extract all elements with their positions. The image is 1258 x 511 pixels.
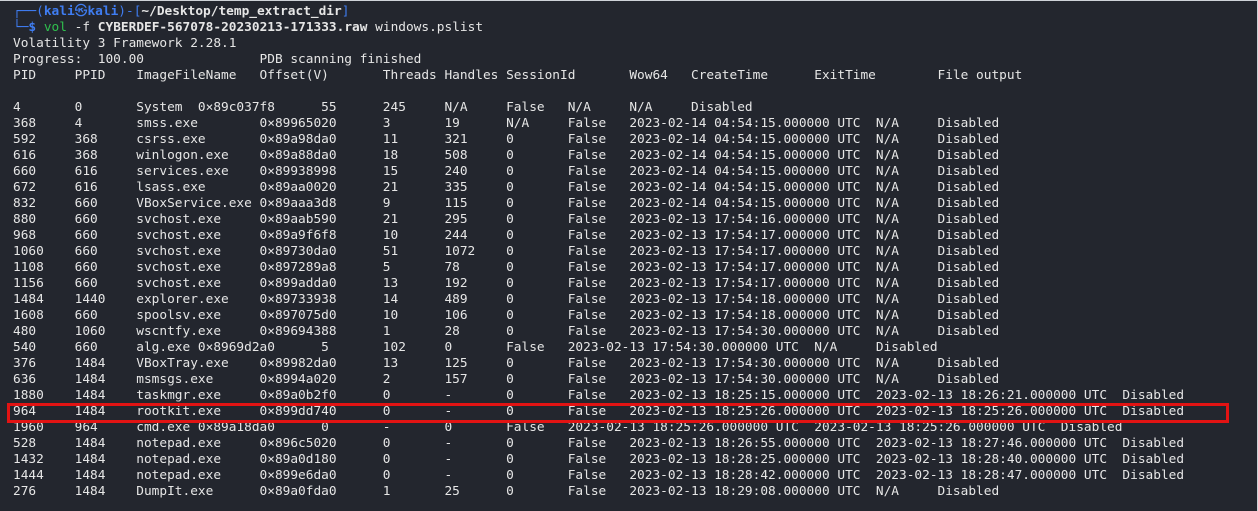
table-row: 592 368 csrss.exe 0×89a98da0 11 321 0 Fa… (13, 132, 1000, 147)
table-row: 1432 1484 notepad.exe 0×89a0d180 0 - 0 F… (13, 452, 1185, 467)
table-row: 672 616 lsass.exe 0×89aa0020 21 335 0 Fa… (13, 180, 1000, 195)
table-row: 540 660 alg.exe 0×8969d2a0 5 102 0 False… (13, 340, 938, 355)
table-row: 636 1484 msmsgs.exe 0×8994a020 2 157 0 F… (13, 372, 1000, 387)
table-header: PID PPID ImageFileName Offset(V) Threads… (13, 68, 1023, 83)
table-row: 616 368 winlogon.exe 0×89a88da0 18 508 0… (13, 148, 1000, 163)
terminal-window[interactable]: ┌──(kali㉿kali)-[~/Desktop/temp_extract_d… (0, 0, 1258, 511)
framework-line: Volatility 3 Framework 2.28.1 (13, 36, 237, 51)
table-row: 368 4 smss.exe 0×89965020 3 19 N/A False… (13, 116, 1000, 131)
table-row: 832 660 VBoxService.exe 0×89aaa3d8 9 115… (13, 196, 1000, 211)
prompt-mid: )-[ (118, 4, 142, 19)
table-row: 964 1484 rootkit.exe 0×899dd740 0 - 0 Fa… (13, 404, 1185, 419)
table-row: 1484 1440 explorer.exe 0×89733938 14 489… (13, 292, 1000, 307)
terminal-output: ┌──(kali㉿kali)-[~/Desktop/temp_extract_d… (13, 4, 1184, 500)
skull-icon: ㉿ (74, 4, 88, 19)
command-file-arg: CYBERDEF-567078-20230213-171333.raw (97, 20, 368, 35)
table-row: 1608 660 spoolsv.exe 0×897075d0 10 106 0… (13, 308, 1000, 323)
prompt-user: kali (43, 4, 75, 19)
prompt-path: ~/Desktop/temp_extract_dir (141, 4, 342, 19)
table-row: 1880 1484 taskmgr.exe 0×89a0b2f0 0 - 0 F… (13, 388, 1185, 403)
table-row: 480 1060 wscntfy.exe 0×89694388 1 28 0 F… (13, 324, 1000, 339)
table-row: 1444 1484 notepad.exe 0×899e6da0 0 - 0 F… (13, 468, 1185, 483)
progress-line: Progress: 100.00 PDB scanning finished (13, 52, 422, 67)
prompt-close: ] (341, 4, 350, 19)
table-row: 660 616 services.exe 0×89938998 15 240 0… (13, 164, 1000, 179)
command-plugin: windows.pslist (367, 20, 484, 35)
command-flag: -f (66, 20, 98, 35)
table-row: 1960 964 cmd.exe 0×89a18da0 0 - 0 False … (13, 420, 1123, 435)
table-row: 1108 660 svchost.exe 0×897289a8 5 78 0 F… (13, 260, 1000, 275)
table-row: 276 1484 DumpIt.exe 0×89a0fda0 1 25 0 Fa… (13, 484, 1000, 499)
prompt-corner: └─ (13, 20, 29, 35)
table-row: 376 1484 VBoxTray.exe 0×89982da0 13 125 … (13, 356, 1000, 371)
prompt-host: kali (87, 4, 119, 19)
prompt-dollar: $ (28, 20, 44, 35)
table-row: 1156 660 svchost.exe 0×899adda0 13 192 0… (13, 276, 1000, 291)
table-row: 880 660 svchost.exe 0×89aab590 21 295 0 … (13, 212, 1000, 227)
table-row: 4 0 System 0×89c037f8 55 245 N/A False N… (13, 100, 753, 115)
prompt-line-1: ┌──(kali㉿kali)-[~/Desktop/temp_extract_d… (13, 4, 1184, 20)
process-table-rows: 4 0 System 0×89c037f8 55 245 N/A False N… (13, 100, 1184, 500)
table-row: 528 1484 notepad.exe 0×896c5020 0 - 0 Fa… (13, 436, 1185, 451)
table-row: 968 660 svchost.exe 0×89a9f6f8 10 244 0 … (13, 228, 1000, 243)
table-row: 1060 660 svchost.exe 0×89730da0 51 1072 … (13, 244, 1000, 259)
prompt-line-2: └─$ vol -f CYBERDEF-567078-20230213-1713… (13, 20, 1184, 36)
command-name: vol (43, 20, 67, 35)
prompt-open: ┌──( (13, 4, 44, 19)
